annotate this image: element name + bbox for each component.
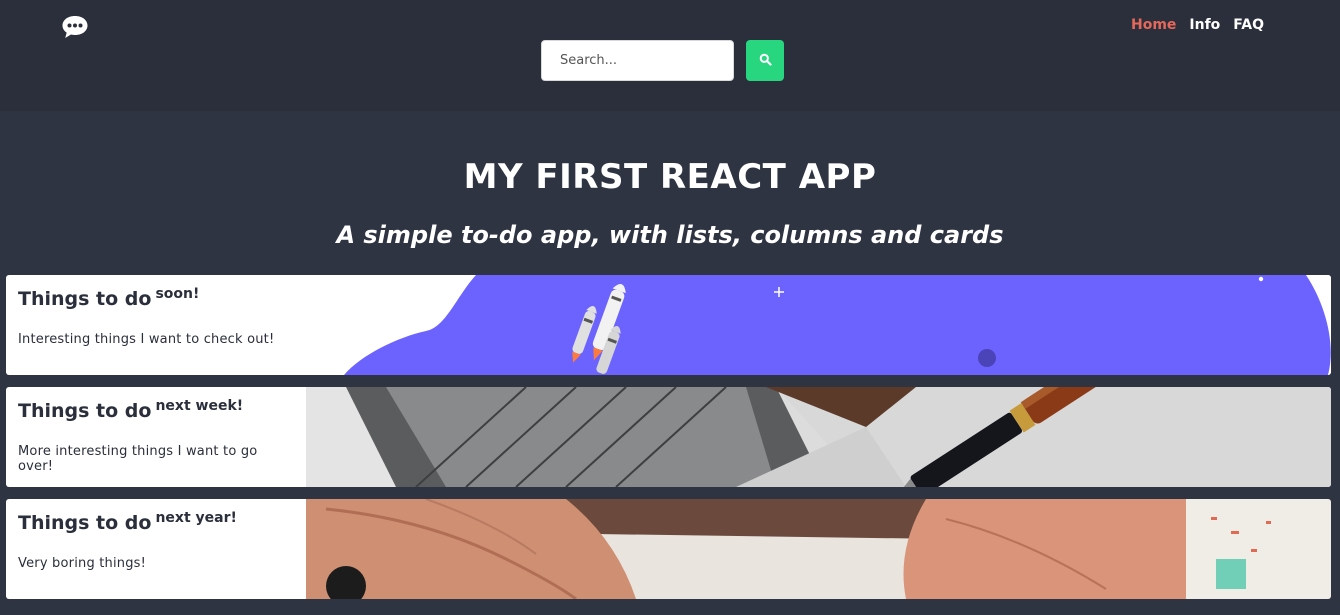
page-title: MY FIRST REACT APP xyxy=(463,157,877,197)
search-icon xyxy=(759,53,772,69)
card-description: Very boring things! xyxy=(18,556,147,571)
card-title: Things to do next week! xyxy=(18,398,243,422)
card-title: Things to do soon! xyxy=(18,286,199,310)
nav-links: Home Info FAQ xyxy=(1131,17,1264,33)
card-description: More interesting things I want to go ove… xyxy=(18,444,258,474)
navbar: Home Info FAQ xyxy=(0,0,1340,111)
card-title-text: Things to do xyxy=(18,400,152,422)
card-title-text: Things to do xyxy=(18,512,152,534)
nav-link-info[interactable]: Info xyxy=(1189,17,1220,33)
hands-writing-photo xyxy=(306,499,1331,599)
chat-bubble-icon[interactable] xyxy=(61,14,89,40)
nav-link-home[interactable]: Home xyxy=(1131,17,1176,33)
page-subtitle: A simple to-do app, with lists, columns … xyxy=(336,221,1004,249)
nav-link-faq[interactable]: FAQ xyxy=(1233,17,1264,33)
list-card-soon[interactable]: Things to do soon! Interesting things I w… xyxy=(6,275,1331,375)
card-title-text: Things to do xyxy=(18,288,152,310)
list-card-next-week[interactable]: Things to do next week! More interesting … xyxy=(6,387,1331,487)
list-card-next-year[interactable]: Things to do next year! Very boring thing… xyxy=(6,499,1331,599)
pen-paper-photo xyxy=(306,387,1331,487)
search-button[interactable] xyxy=(746,40,784,81)
card-description: Interesting things I want to check out! xyxy=(18,332,275,347)
rocket-illustration xyxy=(306,275,1331,375)
card-title-sup: next week! xyxy=(155,398,244,414)
search-input[interactable] xyxy=(541,40,734,81)
card-title-sup: next year! xyxy=(155,510,237,526)
card-title: Things to do next year! xyxy=(18,510,237,534)
card-title-sup: soon! xyxy=(155,286,200,302)
